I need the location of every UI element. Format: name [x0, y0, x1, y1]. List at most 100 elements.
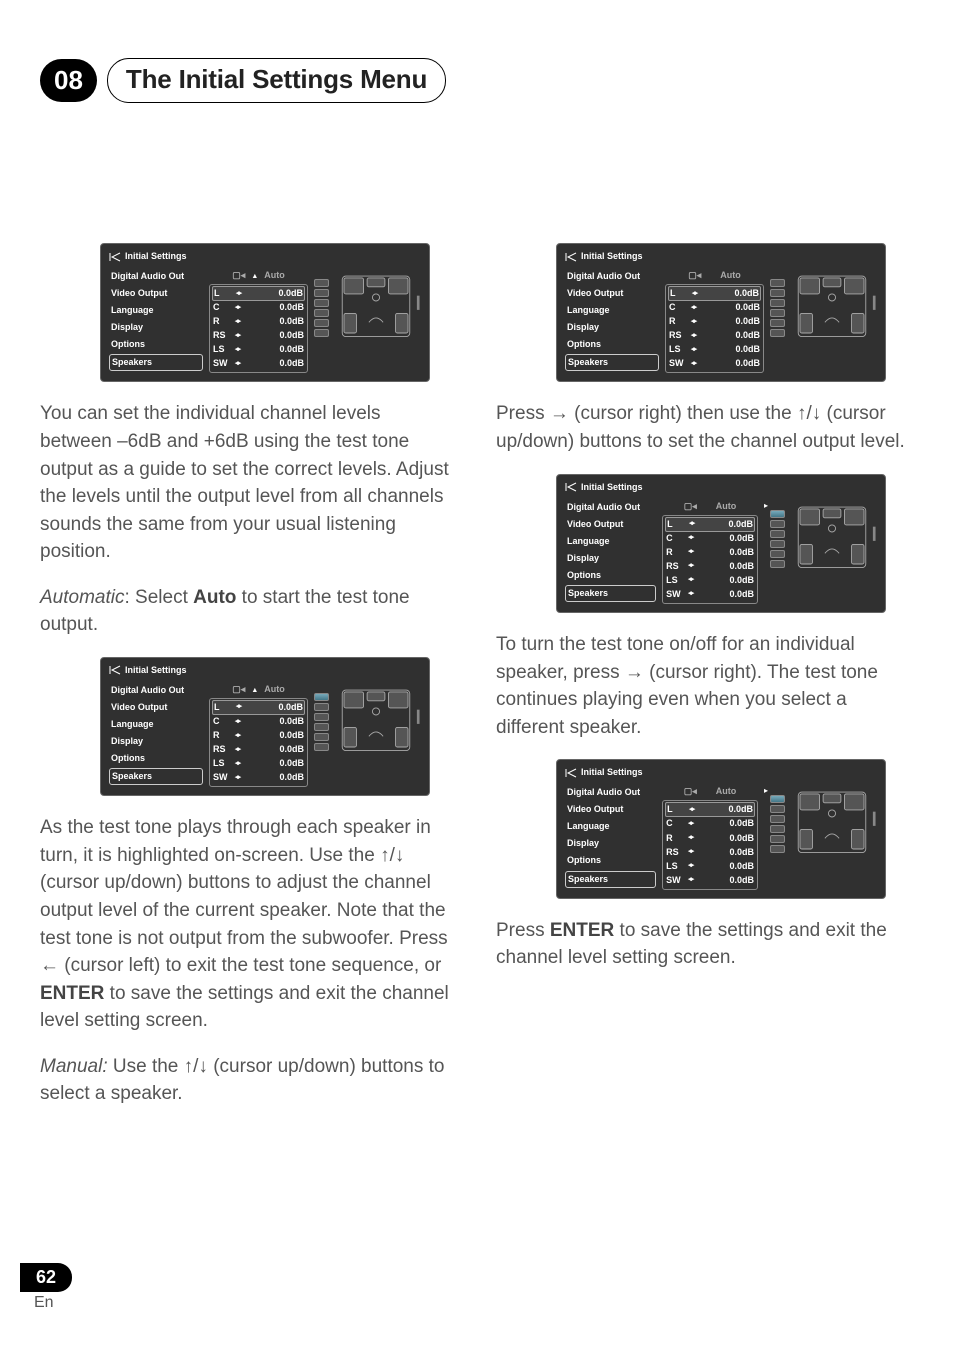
osd-title: Initial Settings: [565, 766, 877, 779]
osd-level-slider: [314, 703, 329, 711]
osd-level-slider: [770, 299, 785, 307]
osd-level-slider: [314, 733, 329, 741]
up-down-arrow-icon: ↑/↓: [184, 1056, 208, 1077]
osd-screenshot: Initial Settings Digital Audio OutVideo …: [100, 243, 430, 382]
emphasis: Automatic: [40, 587, 124, 608]
osd-menu: Digital Audio OutVideo OutputLanguageDis…: [565, 500, 656, 604]
osd-menu-item: Speakers: [565, 585, 656, 602]
osd-channel-row: R◂▸0.0dB: [666, 832, 754, 845]
back-arrow-icon: [109, 665, 121, 675]
osd-menu-item: Options: [565, 337, 659, 352]
osd-menu-item: Options: [565, 568, 656, 583]
osd-mode-label: Auto: [264, 269, 285, 282]
osd-menu-item: Video Output: [109, 286, 203, 301]
osd-level-slider: [314, 309, 329, 317]
osd-mode-row: ▢◂Auto: [665, 269, 764, 282]
osd-menu-item: Display: [109, 734, 203, 749]
osd-title: Initial Settings: [109, 664, 421, 677]
bold-label: ENTER: [40, 983, 104, 1004]
osd-menu-item: Language: [109, 717, 203, 732]
osd-channel-row: C◂▸0.0dB: [213, 715, 304, 728]
osd-level-slider: [770, 319, 785, 327]
osd-channel-row: LS◂▸0.0dB: [666, 860, 754, 873]
osd-menu-item: Language: [565, 819, 656, 834]
osd-mode-row: ▢◂Auto: [662, 785, 758, 798]
osd-channel-row: C◂▸0.0dB: [666, 532, 754, 545]
page-language: En: [34, 1294, 72, 1312]
osd-level-slider: [770, 289, 785, 297]
osd-channel-row: C◂▸0.0dB: [669, 301, 760, 314]
osd-menu-item: Display: [565, 836, 656, 851]
speaker-icon: ▢◂: [232, 683, 245, 696]
osd-level-list: L◂▸0.0dBC◂▸0.0dBR◂▸0.0dBRS◂▸0.0dBLS◂▸0.0…: [662, 515, 758, 604]
osd-level-slider: [770, 815, 785, 823]
left-column: Initial Settings Digital Audio Out Video …: [40, 243, 450, 1126]
osd-menu-item: Digital Audio Out: [109, 683, 203, 698]
osd-channel-row: R◂▸0.0dB: [669, 315, 760, 328]
up-down-arrow-icon: ↑/↓: [380, 845, 404, 866]
osd-menu-item: Digital Audio Out: [565, 500, 656, 515]
osd-level-slider: [314, 693, 329, 701]
up-triangle-icon: [251, 269, 258, 282]
osd-mode-label: Auto: [716, 500, 737, 513]
osd-channel-row: L◂▸0.0dB: [668, 286, 761, 301]
osd-menu-item: Language: [109, 303, 203, 318]
osd-menu: Digital Audio Out Video Output Language Dis…: [565, 785, 656, 889]
osd-level-slider: [314, 279, 329, 287]
osd-level-slider: [314, 743, 329, 751]
back-arrow-icon: [565, 482, 577, 492]
osd-menu-item: Digital Audio Out: [565, 785, 656, 800]
osd-channel-row: R◂▸0.0dB: [666, 546, 754, 559]
osd-title: Initial Settings: [565, 481, 877, 494]
osd-menu: Digital Audio OutVideo OutputLanguageDis…: [565, 269, 659, 373]
right-arrow-icon: →: [550, 403, 569, 424]
osd-menu: Digital Audio Out Video Output Language Dis…: [109, 683, 203, 787]
osd-channel-row: R◂▸0.0dB: [213, 315, 304, 328]
room-diagram-icon: [331, 269, 421, 349]
osd-slider-column: [770, 795, 785, 853]
body-text: Press → (cursor right) then use the ↑/↓ …: [496, 400, 906, 455]
osd-level-slider: [770, 329, 785, 337]
osd-menu: Digital Audio Out Video Output Language Dis…: [109, 269, 203, 373]
osd-channel-row: SW◂▸0.0dB: [666, 874, 754, 887]
osd-channel-row: LS◂▸0.0dB: [213, 343, 304, 356]
osd-level-slider: [314, 319, 329, 327]
room-diagram-icon: [331, 683, 421, 763]
osd-level-list: L◂▸0.0dBC◂▸0.0dBR◂▸0.0dBRS◂▸0.0dBLS◂▸0.0…: [662, 800, 758, 889]
osd-channel-row: RS◂▸0.0dB: [666, 560, 754, 573]
osd-menu-item: Digital Audio Out: [109, 269, 203, 284]
osd-menu-item: Video Output: [109, 700, 203, 715]
osd-menu-item: Options: [109, 337, 203, 352]
osd-channel-row: L◂▸0.0dB: [212, 286, 305, 301]
osd-level-slider: [770, 805, 785, 813]
osd-level-slider: [314, 723, 329, 731]
osd-level-slider: [770, 825, 785, 833]
page-footer: 62 En: [20, 1263, 72, 1312]
osd-level-list: L◂▸0.0dBC◂▸0.0dBR◂▸0.0dBRS◂▸0.0dBLS◂▸0.0…: [209, 284, 308, 373]
osd-menu-item: Display: [109, 320, 203, 335]
chapter-title: The Initial Settings Menu: [107, 58, 446, 103]
osd-channel-row: LS◂▸0.0dB: [669, 343, 760, 356]
back-arrow-icon: [565, 768, 577, 778]
osd-level-slider: [770, 550, 785, 558]
osd-channel-row: L◂▸0.0dB: [665, 802, 755, 817]
body-text: You can set the individual channel level…: [40, 400, 450, 565]
osd-level-slider: [770, 510, 785, 518]
osd-menu-item: Speakers: [109, 354, 203, 371]
osd-mode-row: ▢◂ Auto: [209, 683, 308, 696]
room-diagram-icon: [787, 269, 877, 349]
page-header: 08 The Initial Settings Menu: [40, 58, 914, 103]
osd-level-slider: [770, 795, 785, 803]
osd-screenshot: Initial Settings Digital Audio OutVideo …: [556, 243, 886, 382]
osd-mode-label: Auto: [264, 683, 285, 696]
osd-level-slider: [770, 530, 785, 538]
left-arrow-icon: ←: [40, 955, 59, 976]
osd-level-slider: [770, 835, 785, 843]
osd-menu-item: Video Output: [565, 802, 656, 817]
osd-level-list: L◂▸0.0dBC◂▸0.0dBR◂▸0.0dBRS◂▸0.0dBLS◂▸0.0…: [665, 284, 764, 373]
osd-level-slider: [770, 309, 785, 317]
bold-label: ENTER: [550, 920, 614, 941]
osd-level-slider: [314, 289, 329, 297]
right-arrow-icon: →: [625, 662, 644, 683]
chapter-number-badge: 08: [40, 59, 97, 102]
